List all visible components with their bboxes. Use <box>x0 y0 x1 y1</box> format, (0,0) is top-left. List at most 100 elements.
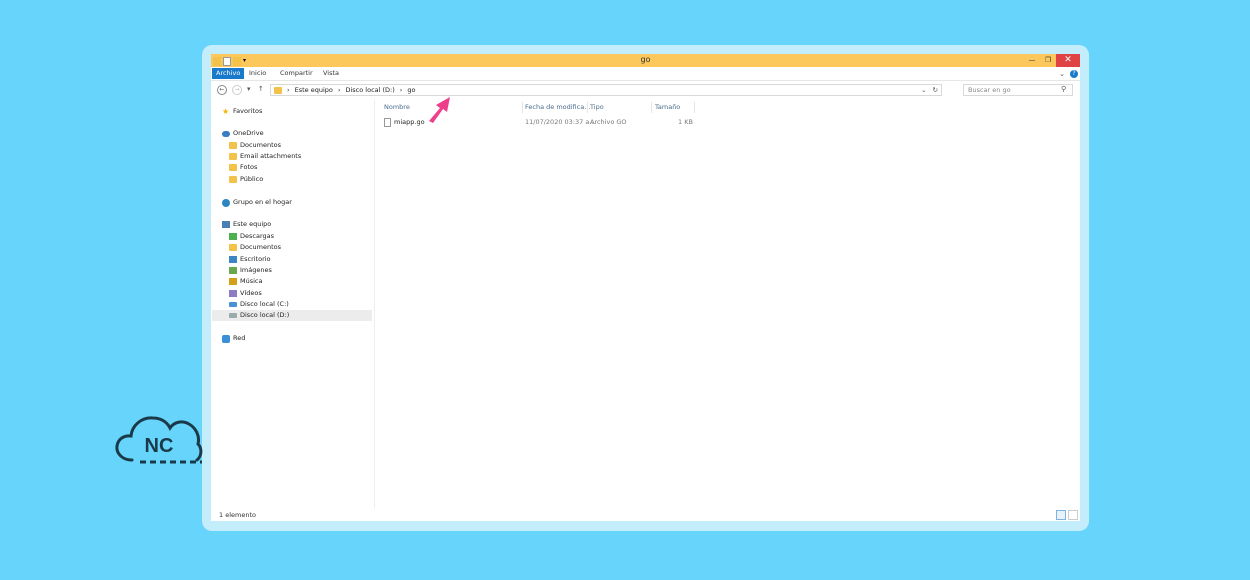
nav-disco-c[interactable]: Disco local (C:) <box>229 299 289 310</box>
nav-publico[interactable]: Público <box>229 174 263 185</box>
nav-grupo-hogar[interactable]: Grupo en el hogar <box>222 197 292 208</box>
nc-cloud-logo: NC <box>115 416 203 464</box>
breadcrumb-este-equipo[interactable]: Este equipo <box>295 85 333 95</box>
network-icon <box>222 334 230 343</box>
pointer-arrow-icon <box>429 97 450 123</box>
pictures-icon <box>229 267 237 274</box>
maximize-button[interactable]: ❐ <box>1040 54 1056 67</box>
drive-icon <box>229 302 237 307</box>
details-view-button[interactable] <box>1056 510 1066 520</box>
navigation-pane: ★ Favoritos OneDrive Documentos Email at… <box>211 100 375 508</box>
nav-disco-d[interactable]: Disco local (D:) <box>212 310 372 321</box>
address-controls: ⌄ ↻ <box>921 85 941 95</box>
nav-label: Público <box>240 175 264 183</box>
back-button[interactable]: ← <box>217 85 227 95</box>
tab-vista[interactable]: Vista <box>319 68 343 79</box>
nav-label: OneDrive <box>233 129 264 137</box>
title-bar[interactable]: ▾ go — ❐ ✕ <box>211 54 1080 67</box>
breadcrumb-go[interactable]: go <box>407 85 415 95</box>
window-title: go <box>640 55 651 64</box>
tab-archivo[interactable]: Archivo <box>212 68 245 79</box>
nav-musica[interactable]: Música <box>229 276 262 287</box>
folder-icon <box>229 153 237 160</box>
recent-locations-button[interactable]: ▾ <box>247 85 251 93</box>
nav-onedrive[interactable]: OneDrive <box>222 128 264 139</box>
help-icon[interactable]: ? <box>1070 69 1078 78</box>
homegroup-icon <box>222 198 230 207</box>
item-count: 1 elemento <box>219 511 256 519</box>
desktop-icon <box>229 256 237 263</box>
expand-ribbon-icon[interactable]: ⌄ <box>1059 70 1065 78</box>
downloads-icon <box>229 233 237 240</box>
nav-este-equipo[interactable]: Este equipo <box>222 219 271 230</box>
file-date-cell: 11/07/2020 03:37 a... <box>525 118 596 126</box>
drive-icon <box>229 313 237 318</box>
refresh-icon[interactable]: ↻ <box>933 85 938 95</box>
minimize-button[interactable]: — <box>1024 54 1040 67</box>
nav-imagenes[interactable]: Imágenes <box>229 265 272 276</box>
file-name-cell[interactable]: miapp.go <box>384 117 425 128</box>
breadcrumb-sep: › <box>337 86 341 94</box>
column-header-fecha[interactable]: Fecha de modifica... <box>523 102 590 113</box>
nav-label: Disco local (D:) <box>240 311 290 319</box>
file-icon <box>384 117 391 127</box>
column-divider[interactable] <box>651 102 652 113</box>
ribbon-tabs: Archivo Inicio Compartir Vista ⌄ ? <box>211 67 1080 81</box>
nav-fotos[interactable]: Fotos <box>229 162 257 173</box>
column-header-tamano[interactable]: Tamaño <box>653 102 680 113</box>
music-icon <box>229 278 237 285</box>
column-divider[interactable] <box>694 102 695 113</box>
nav-label: Escritorio <box>240 255 271 263</box>
computer-icon <box>222 221 230 228</box>
nav-label: Música <box>240 277 263 285</box>
search-input[interactable]: Buscar en go <box>963 84 1073 96</box>
nav-label: Red <box>233 334 246 342</box>
nav-onedrive-documentos[interactable]: Documentos <box>229 140 281 151</box>
nav-label: Favoritos <box>233 107 263 115</box>
folder-icon <box>229 176 237 183</box>
star-icon: ★ <box>222 106 230 116</box>
tab-inicio[interactable]: Inicio <box>245 68 270 79</box>
window-controls: — ❐ ✕ <box>1024 54 1080 67</box>
breadcrumb-sep: › <box>287 86 290 94</box>
nav-label: Grupo en el hogar <box>233 198 292 206</box>
tab-compartir[interactable]: Compartir <box>276 68 317 79</box>
nav-label: Documentos <box>240 141 282 149</box>
nav-red[interactable]: Red <box>222 333 245 344</box>
ribbon-right-controls: ⌄ ? <box>1059 68 1078 79</box>
nav-videos[interactable]: Vídeos <box>229 288 262 299</box>
logo-text: NC <box>145 435 174 457</box>
column-header-nombre[interactable]: Nombre <box>382 102 410 113</box>
status-bar: 1 elemento <box>211 509 1080 521</box>
nav-label: Este equipo <box>233 220 272 228</box>
explorer-window: ▾ go — ❐ ✕ Archivo Inicio Compartir Vist… <box>211 54 1080 521</box>
address-bar[interactable]: › Este equipo › Disco local (D:) › go ⌄ … <box>270 84 942 96</box>
nav-documentos[interactable]: Documentos <box>229 242 281 253</box>
videos-icon <box>229 290 237 297</box>
file-size-cell: 1 KB <box>678 118 693 126</box>
nav-escritorio[interactable]: Escritorio <box>229 254 271 265</box>
documents-icon <box>229 244 237 251</box>
nav-descargas[interactable]: Descargas <box>229 231 274 242</box>
nav-label: Fotos <box>240 163 258 171</box>
folder-icon <box>274 86 282 94</box>
nav-label: Disco local (C:) <box>240 300 289 308</box>
breadcrumb-disco-d[interactable]: Disco local (D:) <box>345 85 394 95</box>
nav-label: Email attachments <box>240 152 302 160</box>
nav-label: Descargas <box>240 232 275 240</box>
column-header-tipo[interactable]: Tipo <box>588 102 604 113</box>
view-toggle <box>1056 510 1078 520</box>
forward-button[interactable]: → <box>232 85 242 95</box>
nav-label: Vídeos <box>240 289 262 297</box>
breadcrumb-sep: › <box>399 86 403 94</box>
search-icon[interactable]: ⚲ <box>1061 85 1077 93</box>
nav-label: Documentos <box>240 243 282 251</box>
nav-favoritos[interactable]: ★ Favoritos <box>222 106 262 117</box>
nav-email-attachments[interactable]: Email attachments <box>229 151 301 162</box>
address-dropdown-icon[interactable]: ⌄ <box>921 85 926 95</box>
navigation-bar: ← → ▾ ↑ › Este equipo › Disco local (D:)… <box>211 82 1080 98</box>
folder-icon <box>229 142 237 149</box>
close-button[interactable]: ✕ <box>1056 54 1080 67</box>
up-button[interactable]: ↑ <box>258 85 264 93</box>
large-icons-view-button[interactable] <box>1068 510 1078 520</box>
